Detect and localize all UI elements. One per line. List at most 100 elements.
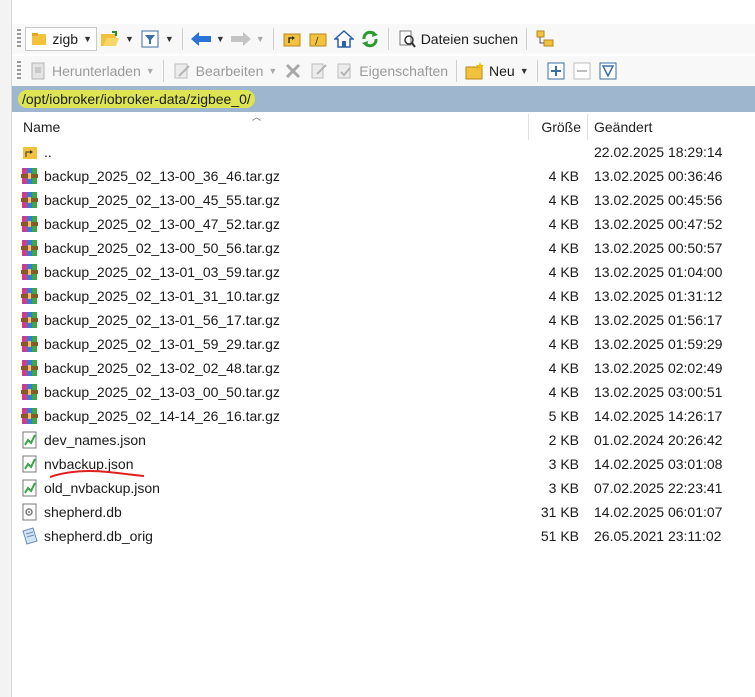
- column-header-modified[interactable]: Geändert: [594, 119, 652, 135]
- table-row[interactable]: backup_2025_02_13-01_03_59.tar.gz 4 KB 1…: [18, 260, 755, 284]
- toolbar-file-actions: Herunterladen ▼ Bearbeiten ▼ Eigenschaft…: [12, 56, 755, 86]
- table-row[interactable]: backup_2025_02_14-14_26_16.tar.gz 5 KB 1…: [18, 404, 755, 428]
- json-file-icon: [20, 478, 40, 498]
- filter-mask-icon: [598, 61, 618, 81]
- archive-icon: [20, 334, 40, 354]
- file-list-header: Name Größe Geändert: [18, 114, 755, 140]
- open-folder-button[interactable]: ▼: [97, 26, 137, 52]
- toolbar-grip[interactable]: [17, 29, 21, 49]
- column-separator[interactable]: [528, 114, 529, 140]
- file-name: ..: [44, 144, 52, 160]
- archive-icon: [20, 406, 40, 426]
- file-size: 5 KB: [548, 408, 579, 424]
- file-modified: 14.02.2025 03:01:08: [594, 456, 723, 472]
- file-modified: 22.02.2025 18:29:14: [594, 144, 723, 160]
- file-name-cell: backup_2025_02_14-14_26_16.tar.gz: [20, 406, 280, 426]
- table-row[interactable]: backup_2025_02_13-02_02_48.tar.gz 4 KB 1…: [18, 356, 755, 380]
- column-header-size[interactable]: Größe: [541, 119, 581, 135]
- file-size: 4 KB: [548, 192, 579, 208]
- file-name-cell: shepherd.db_orig: [20, 526, 153, 546]
- tree-view-button[interactable]: [532, 26, 558, 52]
- table-row[interactable]: backup_2025_02_13-00_50_56.tar.gz 4 KB 1…: [18, 236, 755, 260]
- root-directory-button[interactable]: /: [305, 26, 331, 52]
- home-button[interactable]: [331, 26, 357, 52]
- unselect-all-button[interactable]: [569, 58, 595, 84]
- file-name-cell: backup_2025_02_13-00_36_46.tar.gz: [20, 166, 280, 186]
- chevron-down-icon[interactable]: ▼: [83, 34, 92, 44]
- open-folder-icon: [100, 29, 120, 49]
- table-row[interactable]: backup_2025_02_13-01_59_29.tar.gz 4 KB 1…: [18, 332, 755, 356]
- parent-directory-button[interactable]: [279, 26, 305, 52]
- table-row[interactable]: backup_2025_02_13-00_47_52.tar.gz 4 KB 1…: [18, 212, 755, 236]
- json-file-icon: [20, 454, 40, 474]
- table-row[interactable]: backup_2025_02_13-00_45_55.tar.gz 4 KB 1…: [18, 188, 755, 212]
- properties-label: Eigenschaften: [359, 63, 449, 79]
- directory-combo-value: zigb: [52, 31, 79, 47]
- chevron-down-icon[interactable]: ▼: [256, 34, 265, 44]
- filter-button[interactable]: ▼: [137, 26, 177, 52]
- chevron-down-icon[interactable]: ▼: [146, 66, 155, 76]
- file-size: 4 KB: [548, 168, 579, 184]
- file-modified: 07.02.2025 22:23:41: [594, 480, 723, 496]
- table-row[interactable]: shepherd.db 31 KB 14.02.2025 06:01:07: [18, 500, 755, 524]
- directory-combo[interactable]: zigb ▼: [25, 27, 97, 51]
- forward-button[interactable]: ▼: [228, 26, 268, 52]
- back-arrow-icon: [190, 29, 211, 49]
- table-row[interactable]: backup_2025_02_13-01_56_17.tar.gz 4 KB 1…: [18, 308, 755, 332]
- rename-button[interactable]: [306, 58, 332, 84]
- refresh-button[interactable]: [357, 26, 383, 52]
- select-all-button[interactable]: [543, 58, 569, 84]
- edit-button[interactable]: Bearbeiten ▼: [169, 58, 281, 84]
- file-name: backup_2025_02_13-01_59_29.tar.gz: [44, 336, 280, 352]
- table-row[interactable]: dev_names.json 2 KB 01.02.2024 20:26:42: [18, 428, 755, 452]
- column-separator[interactable]: [587, 114, 588, 140]
- properties-button[interactable]: Eigenschaften: [332, 58, 451, 84]
- toolbar-separator: [387, 28, 389, 50]
- file-modified: 26.05.2021 23:11:02: [594, 528, 722, 544]
- chevron-down-icon[interactable]: ▼: [165, 34, 174, 44]
- forward-arrow-icon: [230, 29, 251, 49]
- table-row[interactable]: .. 22.02.2025 18:29:14: [18, 140, 755, 164]
- current-path[interactable]: /opt/iobroker/iobroker-data/zigbee_0/: [18, 90, 255, 108]
- chevron-down-icon[interactable]: ▼: [125, 34, 134, 44]
- file-size: 4 KB: [548, 288, 579, 304]
- file-name: backup_2025_02_13-02_02_48.tar.gz: [44, 360, 280, 376]
- chevron-down-icon[interactable]: ▼: [216, 34, 225, 44]
- chevron-down-icon[interactable]: ▼: [520, 66, 529, 76]
- download-button[interactable]: Herunterladen ▼: [25, 58, 158, 84]
- file-modified: 13.02.2025 00:36:46: [594, 168, 723, 184]
- refresh-icon: [360, 29, 380, 49]
- chevron-down-icon[interactable]: ▼: [268, 66, 277, 76]
- red-underline-annotation: [49, 470, 145, 478]
- parent-folder-icon: [20, 142, 40, 162]
- filter-mask-button[interactable]: [595, 58, 621, 84]
- find-files-icon: [397, 29, 417, 49]
- find-files-button[interactable]: Dateien suchen: [394, 26, 521, 52]
- path-bar[interactable]: /opt/iobroker/iobroker-data/zigbee_0/: [12, 86, 755, 112]
- new-button[interactable]: Neu ▼: [462, 58, 532, 84]
- file-name-cell: backup_2025_02_13-01_03_59.tar.gz: [20, 262, 280, 282]
- file-name-cell: backup_2025_02_13-01_56_17.tar.gz: [20, 310, 280, 330]
- file-name-cell: shepherd.db: [20, 502, 122, 522]
- archive-icon: [20, 238, 40, 258]
- file-modified: 13.02.2025 01:04:00: [594, 264, 723, 280]
- archive-icon: [20, 358, 40, 378]
- file-name-cell: backup_2025_02_13-01_31_10.tar.gz: [20, 286, 280, 306]
- table-row[interactable]: shepherd.db_orig 51 KB 26.05.2021 23:11:…: [18, 524, 755, 548]
- toolbar-grip[interactable]: [17, 61, 21, 81]
- table-row[interactable]: backup_2025_02_13-01_31_10.tar.gz 4 KB 1…: [18, 284, 755, 308]
- file-size: 4 KB: [548, 264, 579, 280]
- delete-button[interactable]: [280, 58, 306, 84]
- table-row[interactable]: backup_2025_02_13-00_36_46.tar.gz 4 KB 1…: [18, 164, 755, 188]
- download-label: Herunterladen: [52, 63, 141, 79]
- file-name: backup_2025_02_13-01_31_10.tar.gz: [44, 288, 280, 304]
- file-name-cell: backup_2025_02_13-03_00_50.tar.gz: [20, 382, 280, 402]
- back-button[interactable]: ▼: [188, 26, 228, 52]
- table-row[interactable]: backup_2025_02_13-03_00_50.tar.gz 4 KB 1…: [18, 380, 755, 404]
- json-file-icon: [20, 430, 40, 450]
- find-files-label: Dateien suchen: [420, 31, 518, 47]
- properties-check-icon: [335, 61, 355, 81]
- column-header-name[interactable]: Name: [23, 119, 60, 135]
- rename-icon: [309, 61, 329, 81]
- file-size: 51 KB: [540, 528, 579, 544]
